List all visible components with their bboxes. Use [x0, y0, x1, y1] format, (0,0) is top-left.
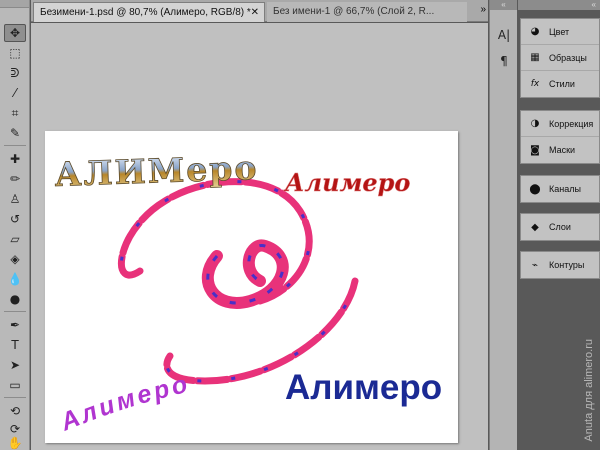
metallic-title-text: АЛИМеро: [54, 148, 259, 194]
document-canvas[interactable]: АЛИМеро Алимеро Алимеро Алимеро: [45, 131, 458, 443]
paths-panel-icon: ⌁: [531, 259, 539, 271]
canvas-artwork: АЛИМеро Алимеро Алимеро Алимеро: [54, 148, 443, 437]
panel-button-adjustments[interactable]: ◑ Коррекция: [521, 111, 599, 137]
double-chevron-right-icon[interactable]: »: [480, 4, 486, 15]
tools-panel: ✥ ⬚ ᕲ ⁄ ⌗ ✎ ✚ ✏ ♙ ↺ ▱ ◈ 💧 ● ✒ T ➤ ▭ ⟲ ⟳ …: [0, 0, 30, 450]
panel-label: Контуры: [549, 260, 585, 270]
panel-button-swatches[interactable]: ▦ Образцы: [521, 45, 599, 71]
watermark-text: Anuta для alimero.ru: [583, 339, 595, 442]
tab-label: Безимени-1.psd @ 80,7% (Алимеро, RGB/8) …: [40, 7, 251, 18]
dodge-tool-icon[interactable]: ●: [4, 290, 26, 308]
tab-label: Без имени-1 @ 66,7% (Слой 2, R...: [273, 6, 435, 17]
character-panel-icon[interactable]: A|: [495, 26, 513, 44]
lasso-tool-icon[interactable]: ᕲ: [4, 64, 26, 82]
panel-label: Цвет: [549, 26, 570, 37]
shape-tool-icon[interactable]: ▭: [4, 376, 26, 394]
healing-brush-icon[interactable]: ✚: [4, 150, 26, 168]
eraser-icon[interactable]: ▱: [4, 230, 26, 248]
magic-wand-icon[interactable]: ⁄: [4, 84, 26, 102]
type-tool-icon[interactable]: T: [4, 336, 26, 354]
strip-collapse-grip[interactable]: «: [490, 0, 517, 10]
workspace: АЛИМеро Алимеро Алимеро Алимеро: [31, 23, 488, 450]
panel-button-layers[interactable]: ◆ Слои: [521, 214, 599, 240]
panel-group-channels: ⬤ Каналы: [520, 175, 600, 203]
panel-label: Стили: [549, 79, 575, 89]
layers-panel-icon: ◆: [531, 221, 539, 233]
blue-bold-text: Алимеро: [285, 368, 442, 407]
pen-tool-icon[interactable]: ✒: [4, 316, 26, 334]
color-panel-icon: ◕: [530, 26, 540, 37]
document-tab-bar: Безимени-1.psd @ 80,7% (Алимеро, RGB/8) …: [31, 0, 488, 22]
tool-separator: [4, 311, 26, 312]
styles-panel-icon: fx: [530, 79, 540, 89]
panel-group-color: ◕ Цвет ▦ Образцы fx Стили: [520, 18, 600, 98]
history-brush-icon[interactable]: ↺: [4, 210, 26, 228]
adjustments-panel-icon: ◑: [530, 118, 540, 129]
tab-document-2[interactable]: Без имени-1 @ 66,7% (Слой 2, R...: [267, 2, 467, 22]
panel-group-adjustments: ◑ Коррекция ◙ Маски: [520, 110, 600, 164]
panel-label: Образцы: [549, 52, 587, 63]
panel-label: Маски: [549, 145, 576, 155]
hand-tool-icon[interactable]: ✋: [4, 436, 26, 450]
path-selection-icon[interactable]: ➤: [4, 356, 26, 374]
swirl-shape: [117, 178, 359, 385]
panel-label: Каналы: [549, 184, 581, 194]
paint-bucket-icon[interactable]: ◈: [4, 250, 26, 268]
marquee-tool-icon[interactable]: ⬚: [4, 44, 26, 62]
panel-button-channels[interactable]: ⬤ Каналы: [521, 176, 599, 202]
tool-separator: [4, 397, 26, 398]
panel-group-layers: ◆ Слои: [520, 213, 600, 241]
collapsed-panel-strip: « A| ¶: [489, 0, 517, 450]
tab-document-1[interactable]: Безимени-1.psd @ 80,7% (Алимеро, RGB/8) …: [33, 2, 265, 22]
move-tool-icon[interactable]: ✥: [4, 24, 26, 42]
clone-stamp-icon[interactable]: ♙: [4, 190, 26, 208]
panel-group-paths: ⌁ Контуры: [520, 251, 600, 279]
panel-dock-grip[interactable]: «: [518, 0, 600, 10]
eyedropper-icon[interactable]: ✎: [4, 124, 26, 142]
purple-arc-text: Алимеро: [56, 370, 193, 437]
3d-rotate-icon[interactable]: ⟲: [4, 402, 26, 420]
panel-dock: « ◕ Цвет ▦ Образцы fx Стили ◑ Коррекция …: [518, 0, 600, 450]
panel-button-styles[interactable]: fx Стили: [521, 71, 599, 97]
panel-label: Слои: [549, 222, 571, 232]
panel-button-color[interactable]: ◕ Цвет: [521, 19, 599, 45]
purple-arc-textpath: Алимеро: [56, 370, 190, 437]
tools-panel-grip[interactable]: [0, 0, 29, 8]
swatches-panel-icon: ▦: [530, 52, 540, 63]
panel-button-masks[interactable]: ◙ Маски: [521, 137, 599, 163]
channels-panel-icon: ⬤: [529, 183, 541, 195]
blur-tool-icon[interactable]: 💧: [4, 270, 26, 288]
crop-tool-icon[interactable]: ⌗: [4, 104, 26, 122]
tool-separator: [4, 145, 26, 146]
panel-button-paths[interactable]: ⌁ Контуры: [521, 252, 599, 278]
close-icon[interactable]: ✕: [251, 7, 259, 18]
masks-panel-icon: ◙: [530, 144, 540, 156]
panel-label: Коррекция: [549, 118, 594, 129]
paragraph-panel-icon[interactable]: ¶: [495, 52, 513, 70]
brush-tool-icon[interactable]: ✏: [4, 170, 26, 188]
red-decorative-text: Алимеро: [283, 168, 410, 197]
